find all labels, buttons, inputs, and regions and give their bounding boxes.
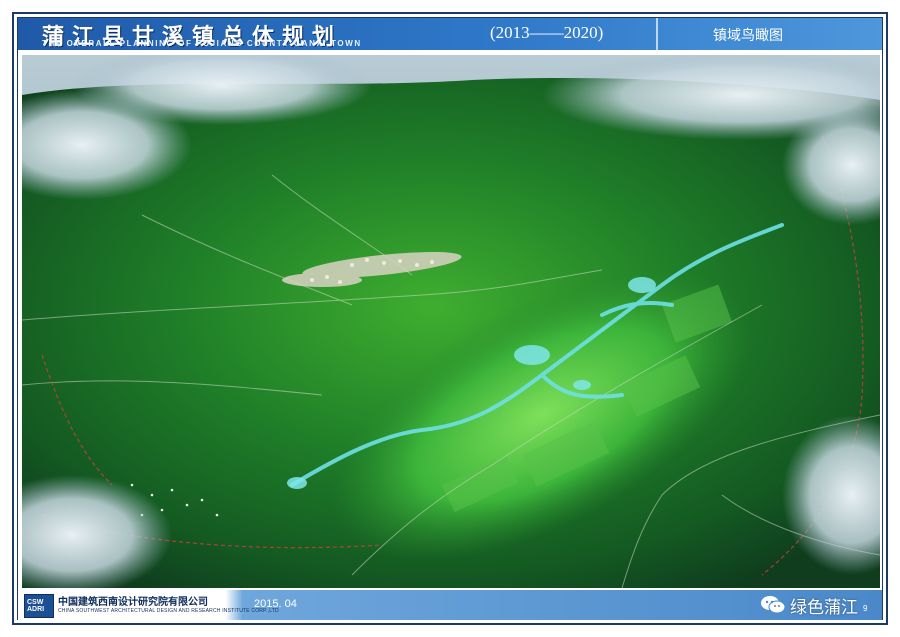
- org-name-en: CHINA SOUTHWEST ARCHITECTURAL DESIGN AND…: [58, 608, 279, 614]
- plan-date: 2015. 04: [254, 598, 297, 610]
- title-bar: 蒲江县甘溪镇总体规划 THE OVERALL PLANNING OF PUJIA…: [18, 18, 882, 50]
- footer-bar: CSW ADRI 中国建筑西南设计研究院有限公司 CHINA SOUTHWEST…: [18, 590, 882, 620]
- page-number: 9: [863, 604, 868, 613]
- org-name-cn: 中国建筑西南设计研究院有限公司: [58, 597, 208, 608]
- header-divider: [656, 18, 658, 50]
- wechat-watermark: 绿色蒲江: [738, 590, 878, 620]
- wechat-icon: [761, 596, 786, 614]
- aerial-map-svg: [22, 55, 880, 588]
- plan-years: (2013——2020): [490, 23, 604, 42]
- sheet-name: 镇域鸟瞰图: [713, 28, 783, 44]
- wechat-account-name: 绿色蒲江: [790, 598, 858, 618]
- logo-text: CSW ADRI: [27, 599, 45, 613]
- aerial-view-image: [22, 55, 880, 588]
- plan-title-en: THE OVERALL PLANNING OF PUJIANG COUNTY G…: [42, 39, 362, 48]
- company-logo: CSW ADRI: [24, 594, 54, 618]
